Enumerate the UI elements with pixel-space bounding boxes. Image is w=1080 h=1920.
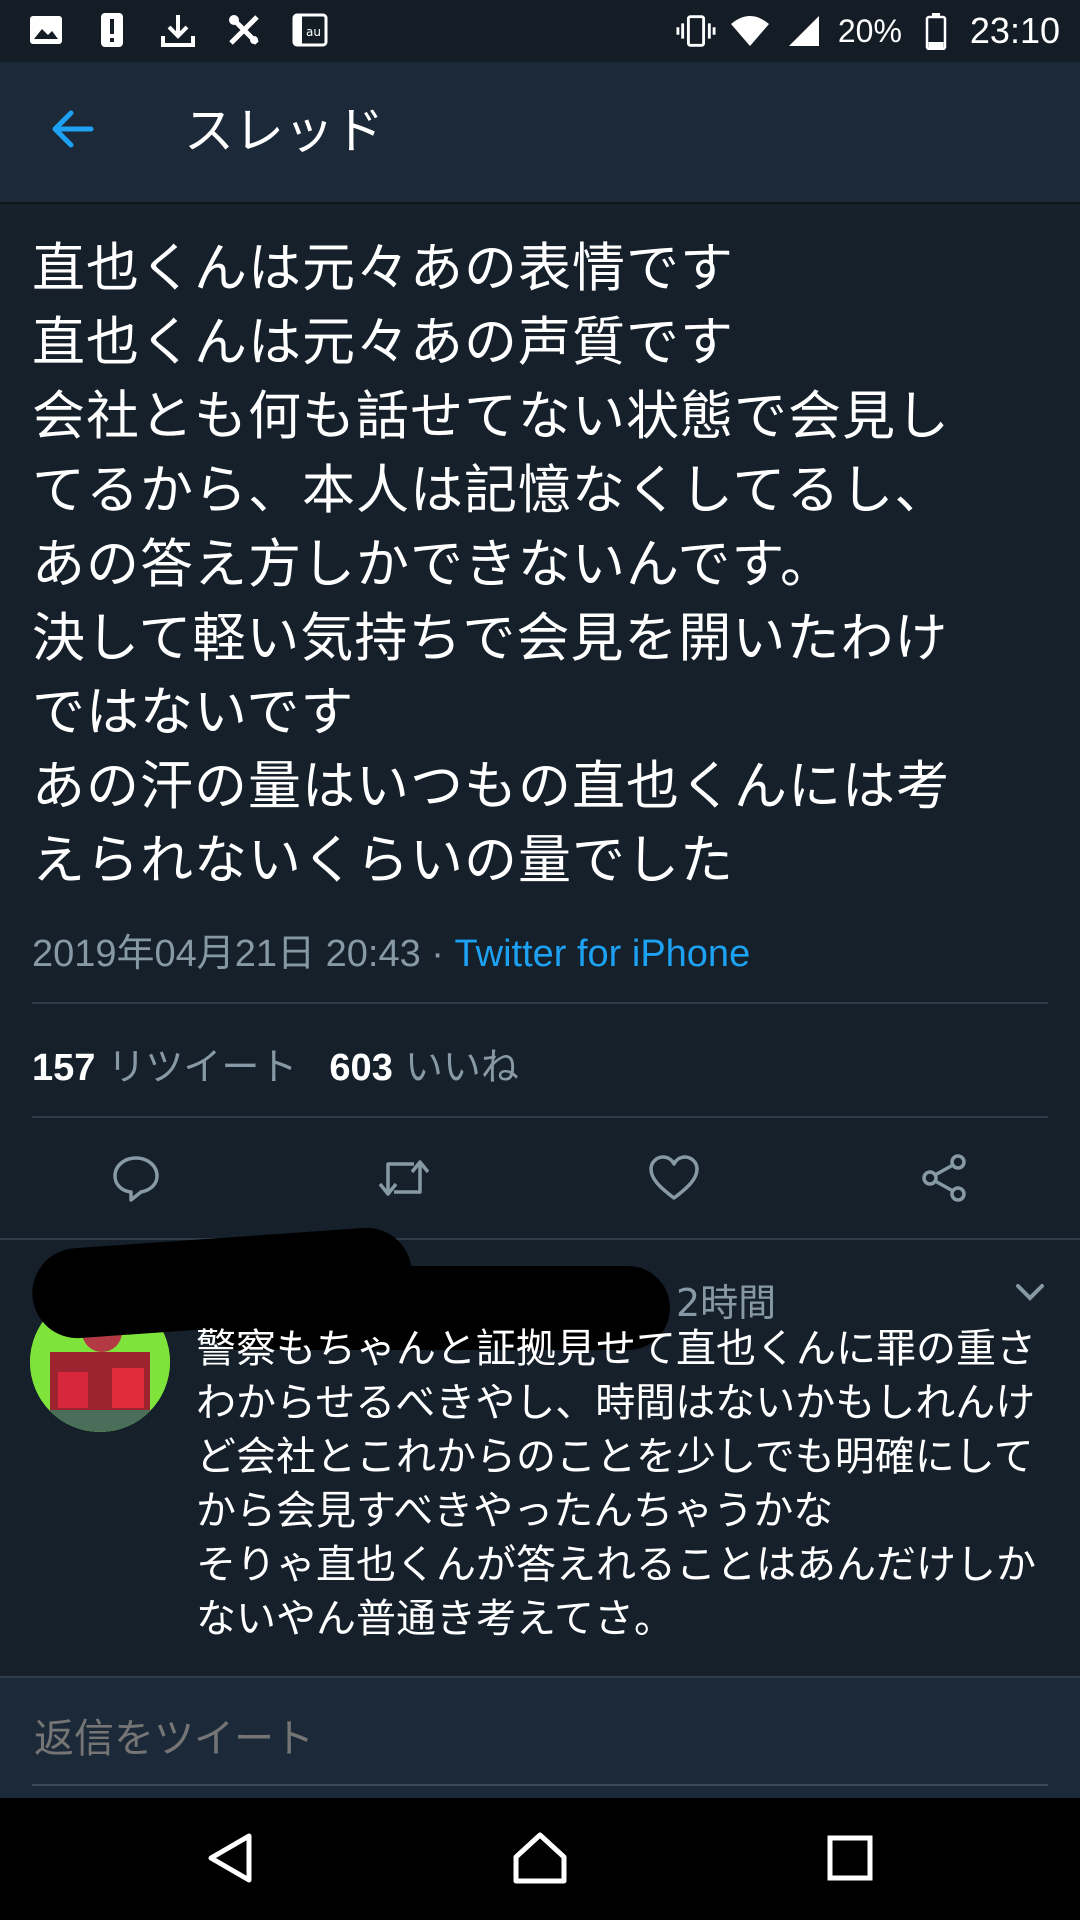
chevron-down-button[interactable] bbox=[1010, 1276, 1058, 1316]
page-title: スレッド bbox=[184, 102, 384, 160]
back-button[interactable] bbox=[40, 98, 106, 164]
input-underline bbox=[32, 1784, 1048, 1786]
share-button[interactable] bbox=[912, 1148, 976, 1212]
triangle-back-icon bbox=[205, 1832, 255, 1888]
retweets-count: 157 bbox=[32, 1047, 96, 1089]
image-icon bbox=[26, 10, 66, 50]
app-header: スレッド bbox=[0, 62, 1080, 204]
arrow-left-icon bbox=[51, 109, 95, 153]
recents-nav-button[interactable] bbox=[818, 1828, 882, 1892]
heart-icon bbox=[648, 1154, 700, 1206]
reply-icon bbox=[111, 1153, 161, 1207]
square-icon bbox=[827, 1835, 873, 1885]
status-bar: au 20% 23:10 bbox=[0, 0, 1080, 62]
retweet-button[interactable] bbox=[372, 1148, 436, 1212]
battery-percent: 20% bbox=[837, 12, 902, 49]
like-button[interactable] bbox=[642, 1148, 706, 1212]
tweet-actions bbox=[0, 1140, 1080, 1220]
reply-button[interactable] bbox=[104, 1148, 168, 1212]
wifi-icon bbox=[730, 11, 770, 51]
section-separator bbox=[0, 1238, 1080, 1240]
navigation-bar bbox=[0, 1798, 1080, 1920]
reply-input[interactable] bbox=[32, 1678, 1052, 1800]
likes-count: 603 bbox=[329, 1047, 393, 1089]
divider bbox=[32, 1002, 1048, 1004]
chevron-down-icon bbox=[1010, 1284, 1050, 1310]
compose-bar bbox=[0, 1676, 1080, 1800]
share-icon bbox=[918, 1152, 970, 1208]
au-icon: au bbox=[290, 10, 330, 50]
clock: 23:10 bbox=[969, 10, 1060, 51]
alert-icon bbox=[92, 10, 132, 50]
back-nav-button[interactable] bbox=[198, 1828, 262, 1892]
meta-separator: · bbox=[431, 933, 444, 975]
retweet-icon bbox=[376, 1154, 432, 1206]
vibrate-icon bbox=[676, 11, 716, 51]
retweets-stat[interactable]: 157 リツイート bbox=[32, 1036, 297, 1091]
status-icons-right: 20% 23:10 bbox=[676, 8, 1060, 54]
signal-icon bbox=[784, 11, 824, 51]
battery-icon bbox=[916, 11, 956, 51]
tools-icon bbox=[224, 10, 264, 50]
download-icon bbox=[158, 10, 198, 50]
tweet-stats: 157 リツイート 603 いいね bbox=[32, 1036, 519, 1091]
status-icons-left: au bbox=[26, 10, 330, 50]
svg-text:au: au bbox=[306, 25, 321, 39]
reply-text: 警察もちゃんと証拠見せて直也くんに罪の重さ わからせるべきやし、時間はないかもし… bbox=[196, 1326, 1036, 1642]
tweet-datetime: 2019年04月21日 20:43 bbox=[32, 933, 421, 975]
reply-time: 2時間 bbox=[676, 1281, 777, 1325]
tweet-meta: 2019年04月21日 20:43 · Twitter for iPhone bbox=[32, 922, 750, 977]
tweet-text: 直也くんは元々あの表情です 直也くんは元々あの声質です 会社とも何も話せてない状… bbox=[32, 238, 950, 891]
retweets-label: リツイート bbox=[107, 1047, 298, 1089]
likes-label: いいね bbox=[404, 1047, 519, 1089]
likes-stat[interactable]: 603 いいね bbox=[329, 1036, 518, 1091]
tweet-client-link[interactable]: Twitter for iPhone bbox=[455, 933, 751, 975]
home-icon bbox=[512, 1831, 568, 1889]
home-nav-button[interactable] bbox=[508, 1828, 572, 1892]
divider bbox=[32, 1116, 1048, 1118]
